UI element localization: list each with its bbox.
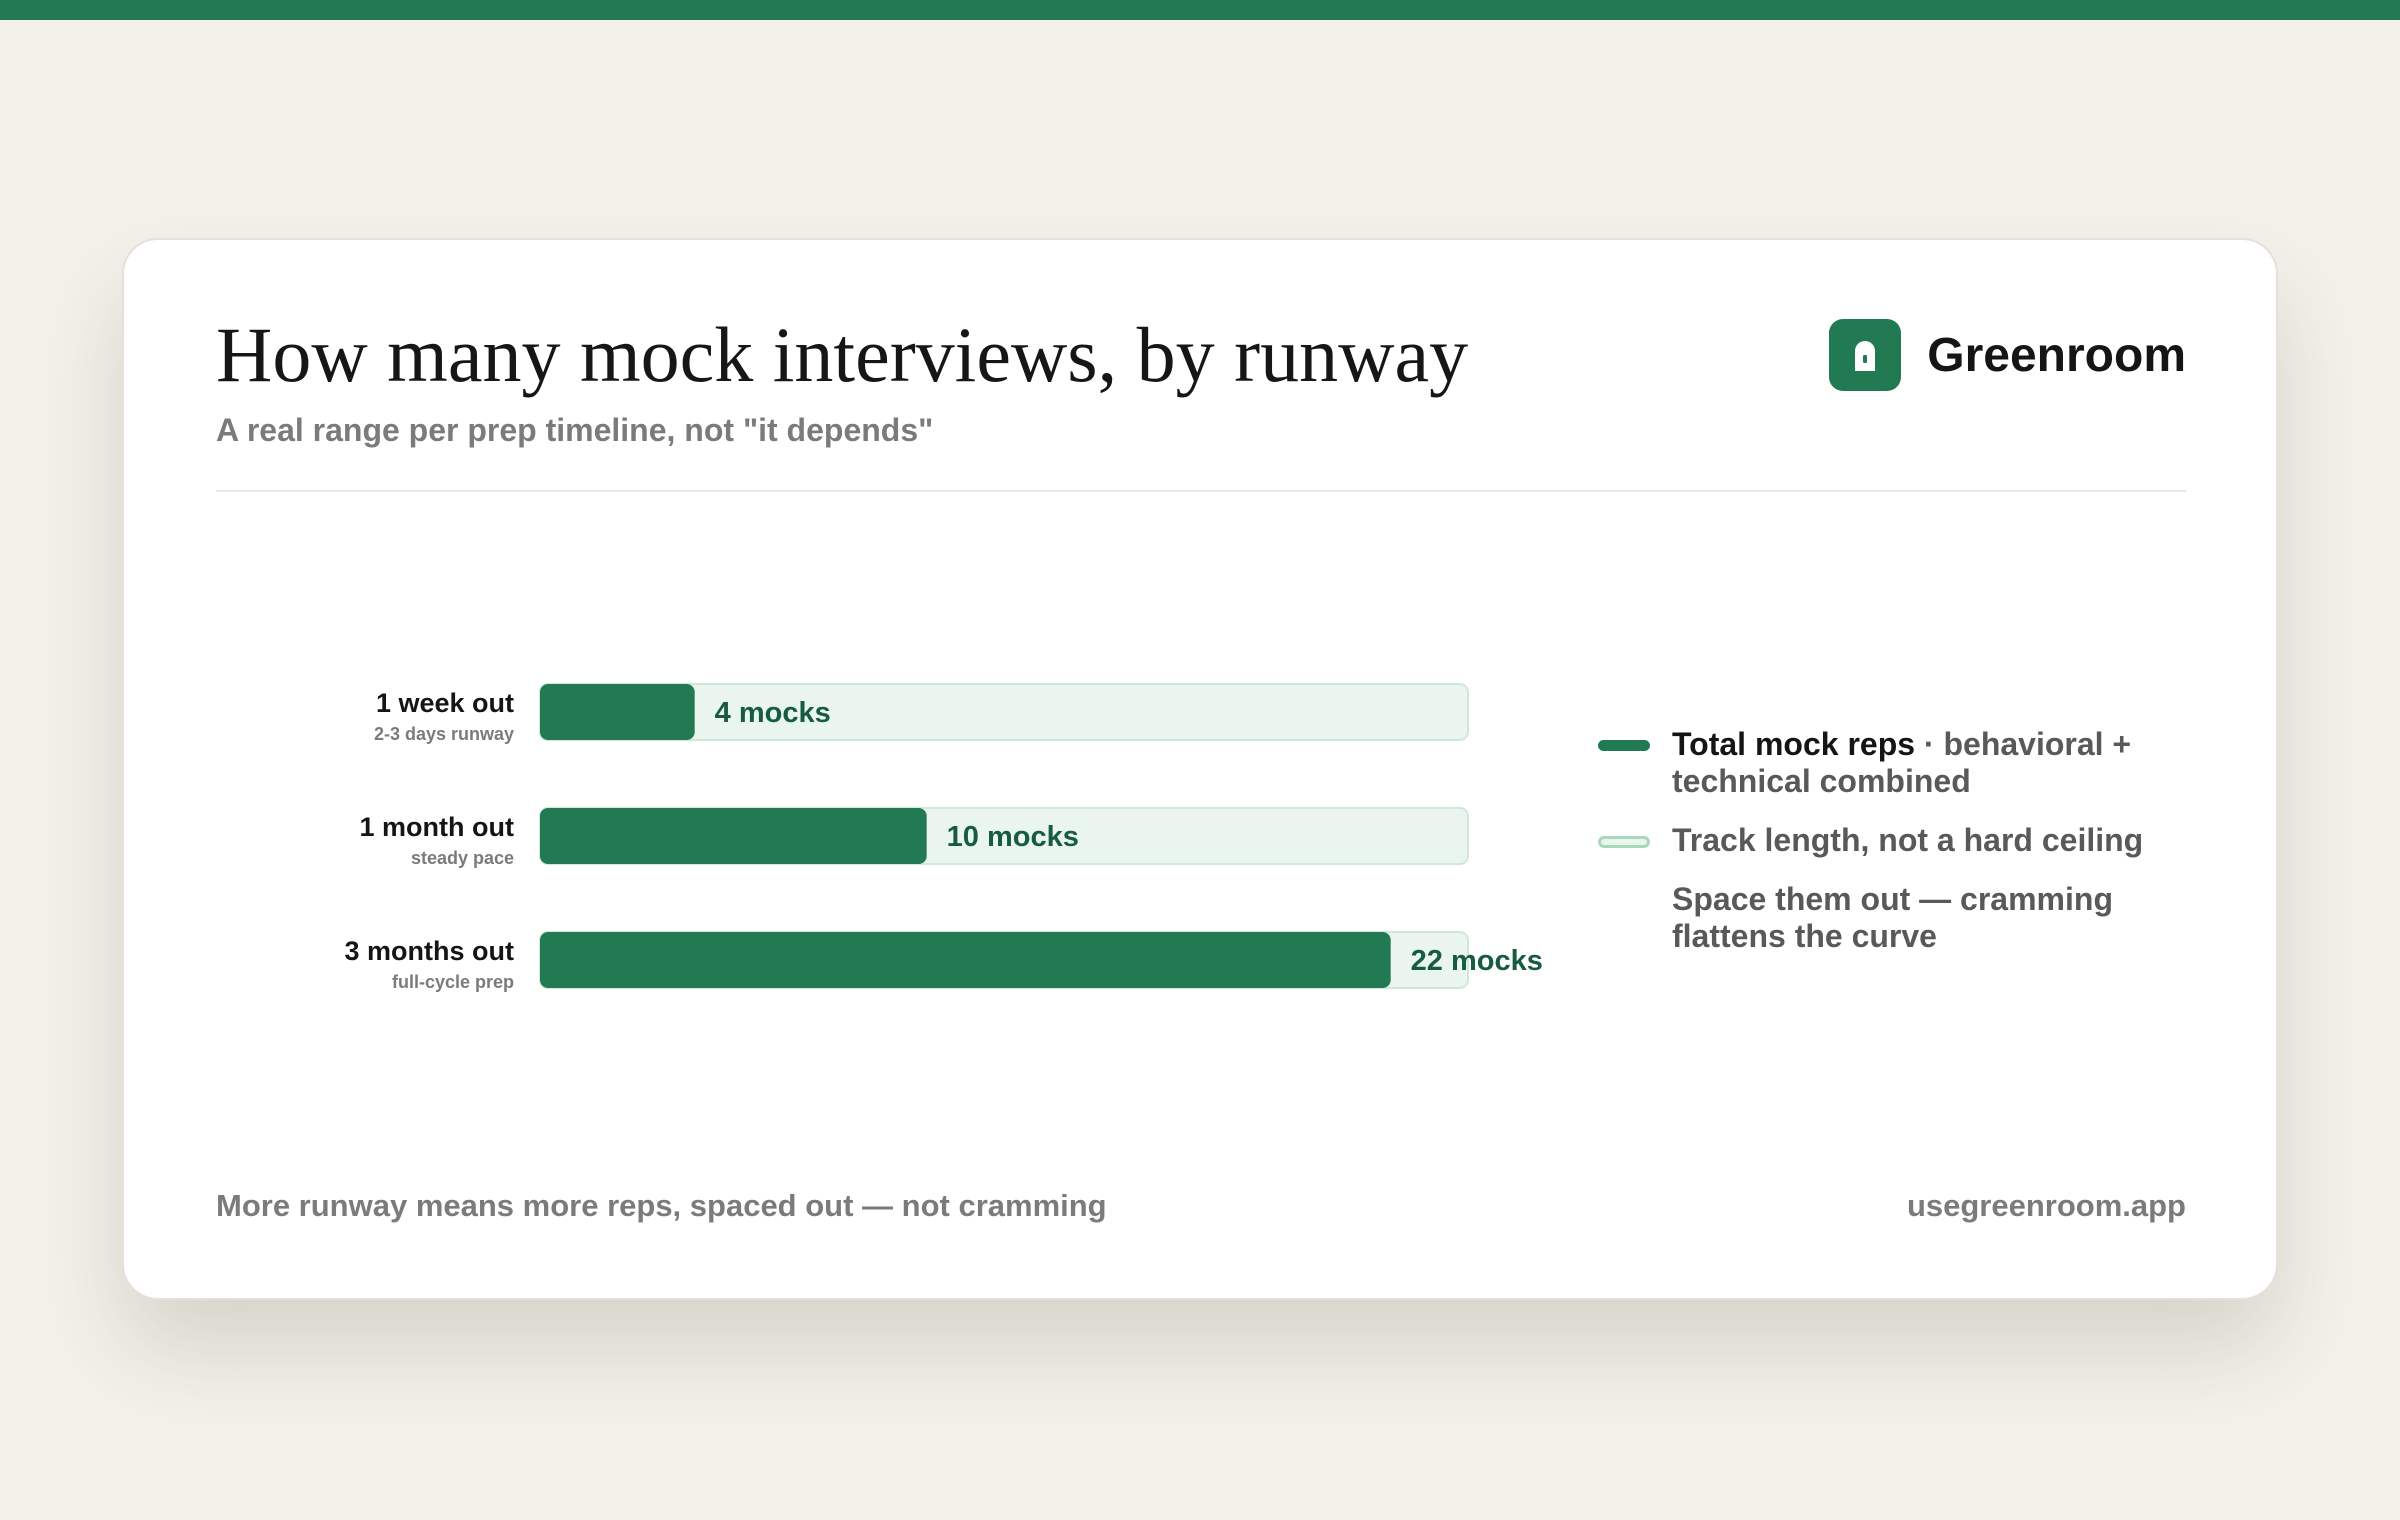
legend-note: Space them out — cramming flattens the c… [1672, 881, 2113, 954]
category-note: steady pace [411, 848, 514, 868]
data-label: 10 mocks [947, 821, 1079, 853]
legend-label: Total mock reps [1672, 726, 1916, 762]
category-label: 3 months out [345, 936, 515, 966]
legend-item-total-reps: Total mock reps · behavioral + technical… [1598, 726, 2158, 800]
bar [540, 808, 927, 864]
footer-url[interactable]: usegreenroom.app [1907, 1188, 2186, 1224]
bar [540, 684, 695, 740]
legend-item-track: Track length, not a hard ceiling [1598, 822, 2158, 859]
footer-takeaway: More runway means more reps, spaced out … [216, 1188, 1107, 1223]
category-label: 1 month out [360, 812, 514, 842]
legend-swatch-track [1598, 836, 1650, 848]
top-accent-bar [0, 0, 2400, 20]
bar [540, 932, 1391, 988]
legend-label: Track length, not a hard ceiling [1672, 822, 2144, 858]
legend: Total mock reps · behavioral + technical… [1598, 726, 2158, 955]
category-note: full-cycle prep [392, 972, 514, 992]
category-note: 2-3 days runway [374, 724, 514, 744]
legend-item-note: Space them out — cramming flattens the c… [1598, 881, 2158, 955]
chart-card: How many mock interviews, by runway A re… [122, 238, 2278, 1300]
data-label: 22 mocks [1411, 945, 1543, 977]
category-label: 1 week out [376, 688, 514, 718]
data-label: 4 mocks [715, 697, 831, 729]
legend-swatch-solid [1598, 740, 1650, 751]
